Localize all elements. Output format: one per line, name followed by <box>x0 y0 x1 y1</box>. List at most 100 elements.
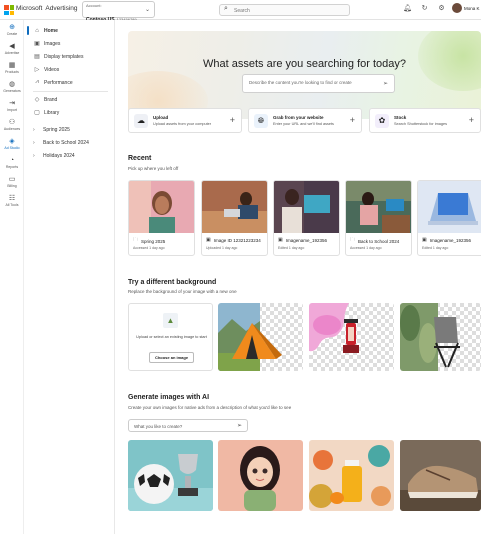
background-upload-box[interactable]: ▲ Upload or select an existing image to … <box>128 303 213 371</box>
folder-icon: 🗀︎ <box>350 237 356 243</box>
generated-image[interactable] <box>309 440 394 511</box>
background-title: Try a different background <box>128 279 217 286</box>
stock-card[interactable]: ✿ Stock Search Shutterstock for images + <box>369 108 481 133</box>
refresh-icon[interactable]: ↻ <box>420 4 429 12</box>
gear-icon[interactable]: ⚙ <box>437 4 446 12</box>
recent-thumbnail <box>418 181 481 233</box>
background-subtitle: Replace the background of your image wit… <box>128 289 237 294</box>
nav-folder-holidays-2024[interactable]: › Holidays 2024 <box>33 150 75 161</box>
grab-website-card[interactable]: 🌐︎ Grab from your website Enter your URL… <box>248 108 362 133</box>
videos-icon: ▷ <box>34 67 40 73</box>
stock-card-subtitle: Search Shutterstock for images <box>394 122 447 126</box>
rail-item-all-tools[interactable]: ☷ All Tools <box>0 195 24 207</box>
recent-item[interactable]: ▣ Imagename_192356 Edited 1 day ago <box>417 180 481 256</box>
generated-image[interactable] <box>218 440 303 511</box>
choose-image-button[interactable]: Choose an image <box>149 352 194 363</box>
generated-image[interactable] <box>128 440 213 511</box>
send-icon[interactable]: ➢ <box>383 80 388 87</box>
brand-icon: ◇ <box>34 97 40 103</box>
search-icon: ⌕ <box>224 5 228 12</box>
chevron-down-icon: ⌄ <box>144 7 150 13</box>
rail-item-import[interactable]: ⇥ Import <box>0 100 24 112</box>
recent-thumbnail <box>346 181 411 233</box>
recent-thumbnail <box>202 181 267 233</box>
recent-item-meta: Accessed 1 day ago <box>133 246 165 250</box>
nav-item-brand[interactable]: ◇ Brand <box>33 94 58 105</box>
nav-item-videos[interactable]: ▷ Videos <box>33 64 60 75</box>
globe-illustration-icon: 🌐︎ <box>254 114 268 128</box>
rail-item-billing[interactable]: ▭ Billing <box>0 176 24 188</box>
upload-card-title: Upload <box>153 115 169 120</box>
stock-illustration-icon: ✿ <box>375 114 389 128</box>
recent-item-name: Imagename_192356 <box>285 237 328 243</box>
search-input[interactable]: ⌕ Search <box>219 4 350 16</box>
performance-icon: ⩘ <box>35 79 39 85</box>
plus-icon[interactable]: + <box>230 115 235 125</box>
import-icon: ⇥ <box>9 100 15 107</box>
user-menu[interactable]: Mona K <box>452 3 480 13</box>
account-selector[interactable]: Account: Contoso US123456789 ⌄ <box>82 1 155 23</box>
nav-item-performance[interactable]: ⩘ Performance <box>33 77 72 88</box>
image-icon: ▣ <box>206 237 211 243</box>
hero-banner: What assets are you searching for today?… <box>128 31 481 119</box>
chair-image <box>400 303 460 371</box>
recent-thumbnail <box>274 181 339 233</box>
generated-image[interactable] <box>400 440 481 511</box>
stock-card-title: Stock <box>394 115 407 120</box>
background-example-tent[interactable] <box>218 303 303 371</box>
nav-folder-back-to-school-2024[interactable]: › Back to School 2024 <box>33 137 89 148</box>
hero-search-input[interactable]: Describe the content you're looking to f… <box>242 74 395 93</box>
images-icon: ▣ <box>34 41 40 47</box>
app-title[interactable]: Microsoft Advertising <box>16 5 78 12</box>
recent-item-meta: Edited 1 day ago <box>278 246 305 250</box>
juice-bottle-image <box>309 440 394 511</box>
user-name: Mona K <box>464 5 480 11</box>
recent-subtitle: Pick up where you left off <box>128 166 179 171</box>
recent-item-meta: Edited 1 day ago <box>422 246 449 250</box>
ad-studio-icon: ◈ <box>9 138 15 145</box>
rail-item-generators[interactable]: ◍ Generators <box>0 81 24 93</box>
background-example-lantern[interactable] <box>309 303 394 371</box>
products-icon: ▦ <box>8 62 16 69</box>
nav-item-library[interactable]: ▢ Library <box>33 107 59 118</box>
rail-item-audiences[interactable]: ⚇ Audiences <box>0 119 24 131</box>
cartoon-girl-image <box>218 440 303 511</box>
rail-item-create[interactable]: ⊕ Create <box>0 24 24 36</box>
notifications-icon[interactable]: 🔔︎ <box>403 4 412 12</box>
recent-title: Recent <box>128 155 152 162</box>
rail-item-reports[interactable]: ◔ Reports <box>0 157 24 169</box>
top-bar: MicrosoftAdvertising Account: Contoso US… <box>0 0 481 23</box>
plus-icon[interactable]: + <box>350 115 355 125</box>
chevron-right-icon: › <box>33 152 35 159</box>
add-image-icon: ▲ <box>163 313 178 328</box>
recent-item-meta: Accessed 1 day ago <box>350 246 382 250</box>
upload-card-subtitle: Upload assets from your computer <box>153 122 212 126</box>
billing-icon: ▭ <box>8 176 16 183</box>
upload-card[interactable]: ☁ Upload Upload assets from your compute… <box>128 108 242 133</box>
hero-title: What assets are you searching for today? <box>203 58 406 70</box>
recent-item[interactable]: ▣ Imagename_192356 Edited 1 day ago <box>273 180 340 256</box>
plus-circle-icon: ⊕ <box>9 24 15 31</box>
grab-card-subtitle: Enter your URL and we'll find assets <box>273 122 334 126</box>
nav-folder-spring-2025[interactable]: › Spring 2025 <box>33 124 70 135</box>
background-example-chair[interactable] <box>400 303 481 371</box>
send-icon[interactable]: ➢ <box>237 422 242 429</box>
nav-item-home[interactable]: ⌂ Home <box>27 25 58 36</box>
rail-item-ad-studio[interactable]: ◈ Ad Studio <box>0 138 24 150</box>
chevron-right-icon: › <box>33 139 35 146</box>
main-content: What assets are you searching for today?… <box>116 20 481 534</box>
recent-item-meta: Uploaded 1 day ago <box>206 246 238 250</box>
chevron-right-icon: › <box>33 126 35 133</box>
recent-item[interactable]: ▣ Image ID 12321223234 Uploaded 1 day ago <box>201 180 268 256</box>
plus-icon[interactable]: + <box>469 115 474 125</box>
nav-item-display-templates[interactable]: ▤ Display templates <box>33 51 83 62</box>
nav-item-images[interactable]: ▣ Images <box>33 38 60 49</box>
rail-item-products[interactable]: ▦ Products <box>0 62 24 74</box>
recent-item[interactable]: 🗀︎ Spring 2025 Accessed 1 day ago <box>128 180 195 256</box>
reports-icon: ◔ <box>9 157 15 164</box>
recent-item[interactable]: 🗀︎ Back to School 2024 Accessed 1 day ago <box>345 180 412 256</box>
rail-item-advertise[interactable]: ◀ Advertise <box>0 43 24 55</box>
folder-icon: 🗀︎ <box>133 237 139 243</box>
hero-search-placeholder: Describe the content you're looking to f… <box>249 80 352 85</box>
generate-prompt-input[interactable]: What you like to create? ➢ <box>128 419 248 432</box>
